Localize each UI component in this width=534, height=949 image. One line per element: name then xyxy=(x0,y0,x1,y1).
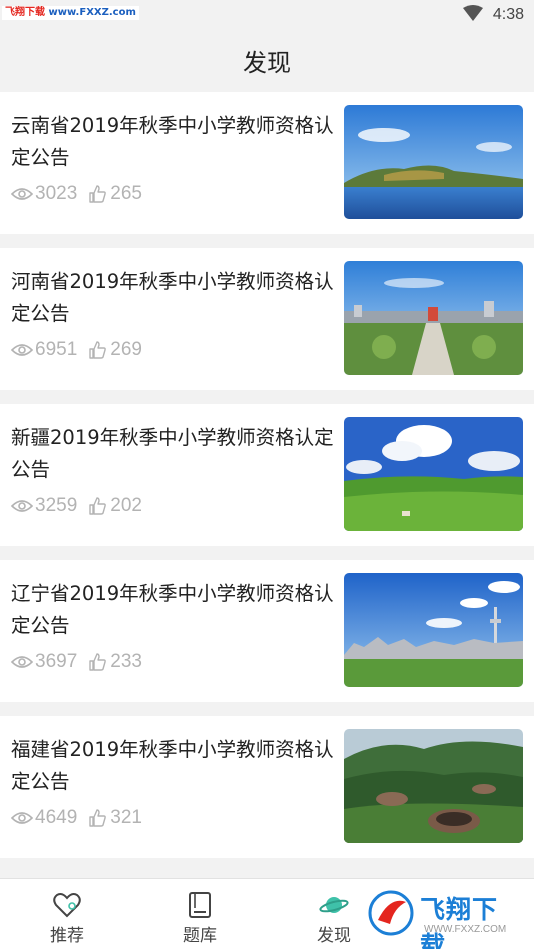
tab-label: 题库 xyxy=(183,926,217,946)
article-stats: 6951 269 xyxy=(11,338,142,362)
eye-icon xyxy=(11,811,33,825)
like-count: 265 xyxy=(110,183,142,204)
article-card[interactable]: 河南省2019年秋季中小学教师资格认定公告 6951 269 xyxy=(0,248,534,390)
article-card[interactable]: 新疆2019年秋季中小学教师资格认定公告 3259 202 xyxy=(0,404,534,546)
article-card[interactable]: 福建省2019年秋季中小学教师资格认定公告 4649 321 xyxy=(0,716,534,858)
page-header: 发现 xyxy=(0,30,534,90)
article-title[interactable]: 辽宁省2019年秋季中小学教师资格认定公告 xyxy=(11,578,339,642)
view-count: 3023 xyxy=(35,183,78,204)
thumbs-up-icon xyxy=(89,185,107,203)
view-count: 4649 xyxy=(35,807,78,828)
eye-icon xyxy=(11,499,33,513)
thumbs-up-icon xyxy=(89,497,107,515)
article-thumbnail[interactable] xyxy=(344,573,523,687)
eye-icon xyxy=(11,655,33,669)
article-thumbnail[interactable] xyxy=(344,105,523,219)
eye-icon xyxy=(11,187,33,201)
article-card[interactable]: 辽宁省2019年秋季中小学教师资格认定公告 3697 233 xyxy=(0,560,534,702)
thumbs-up-icon xyxy=(89,809,107,827)
page-title: 发现 xyxy=(243,48,291,77)
article-title[interactable]: 云南省2019年秋季中小学教师资格认定公告 xyxy=(11,110,339,174)
planet-icon xyxy=(319,891,349,919)
article-title[interactable]: 新疆2019年秋季中小学教师资格认定公告 xyxy=(11,422,339,486)
view-count: 6951 xyxy=(35,339,78,360)
watermark-url: WWW.FXXZ.COM xyxy=(424,924,507,935)
wifi-icon xyxy=(462,5,483,25)
article-thumbnail[interactable] xyxy=(344,261,523,375)
like-count: 269 xyxy=(110,339,142,360)
article-thumbnail[interactable] xyxy=(344,729,523,843)
thumbs-up-icon xyxy=(89,653,107,671)
like-count: 233 xyxy=(110,651,142,672)
watermark-name: 飞翔下载 xyxy=(420,895,499,949)
article-card[interactable]: 云南省2019年秋季中小学教师资格认定公告 3023 265 xyxy=(0,92,534,234)
heart-icon xyxy=(53,891,81,919)
article-stats: 3697 233 xyxy=(11,650,142,674)
watermark-logo-icon xyxy=(368,890,414,936)
article-thumbnail[interactable] xyxy=(344,417,523,531)
article-stats: 4649 321 xyxy=(11,806,142,830)
article-title[interactable]: 河南省2019年秋季中小学教师资格认定公告 xyxy=(11,266,339,330)
view-count: 3259 xyxy=(35,495,78,516)
article-stats: 3259 202 xyxy=(11,494,142,518)
article-title[interactable]: 福建省2019年秋季中小学教师资格认定公告 xyxy=(11,734,339,798)
status-time: 4:38 xyxy=(492,6,524,23)
tab-label: 发现 xyxy=(317,926,351,946)
watermark-text: 飞翔下载 www.FXXZ.com xyxy=(2,6,139,20)
article-stats: 3023 265 xyxy=(11,182,142,206)
tab-recommend[interactable]: 推荐 xyxy=(17,879,117,949)
status-bar: 飞翔下载 www.FXXZ.com 4:38 xyxy=(0,0,534,30)
watermark-logo: 飞翔下载 WWW.FXXZ.COM xyxy=(366,888,522,949)
eye-icon xyxy=(11,343,33,357)
like-count: 202 xyxy=(110,495,142,516)
tab-question-bank[interactable]: 题库 xyxy=(150,879,250,949)
thumbs-up-icon xyxy=(89,341,107,359)
book-icon xyxy=(188,891,212,919)
view-count: 3697 xyxy=(35,651,78,672)
tab-label: 推荐 xyxy=(50,926,84,946)
like-count: 321 xyxy=(110,807,142,828)
